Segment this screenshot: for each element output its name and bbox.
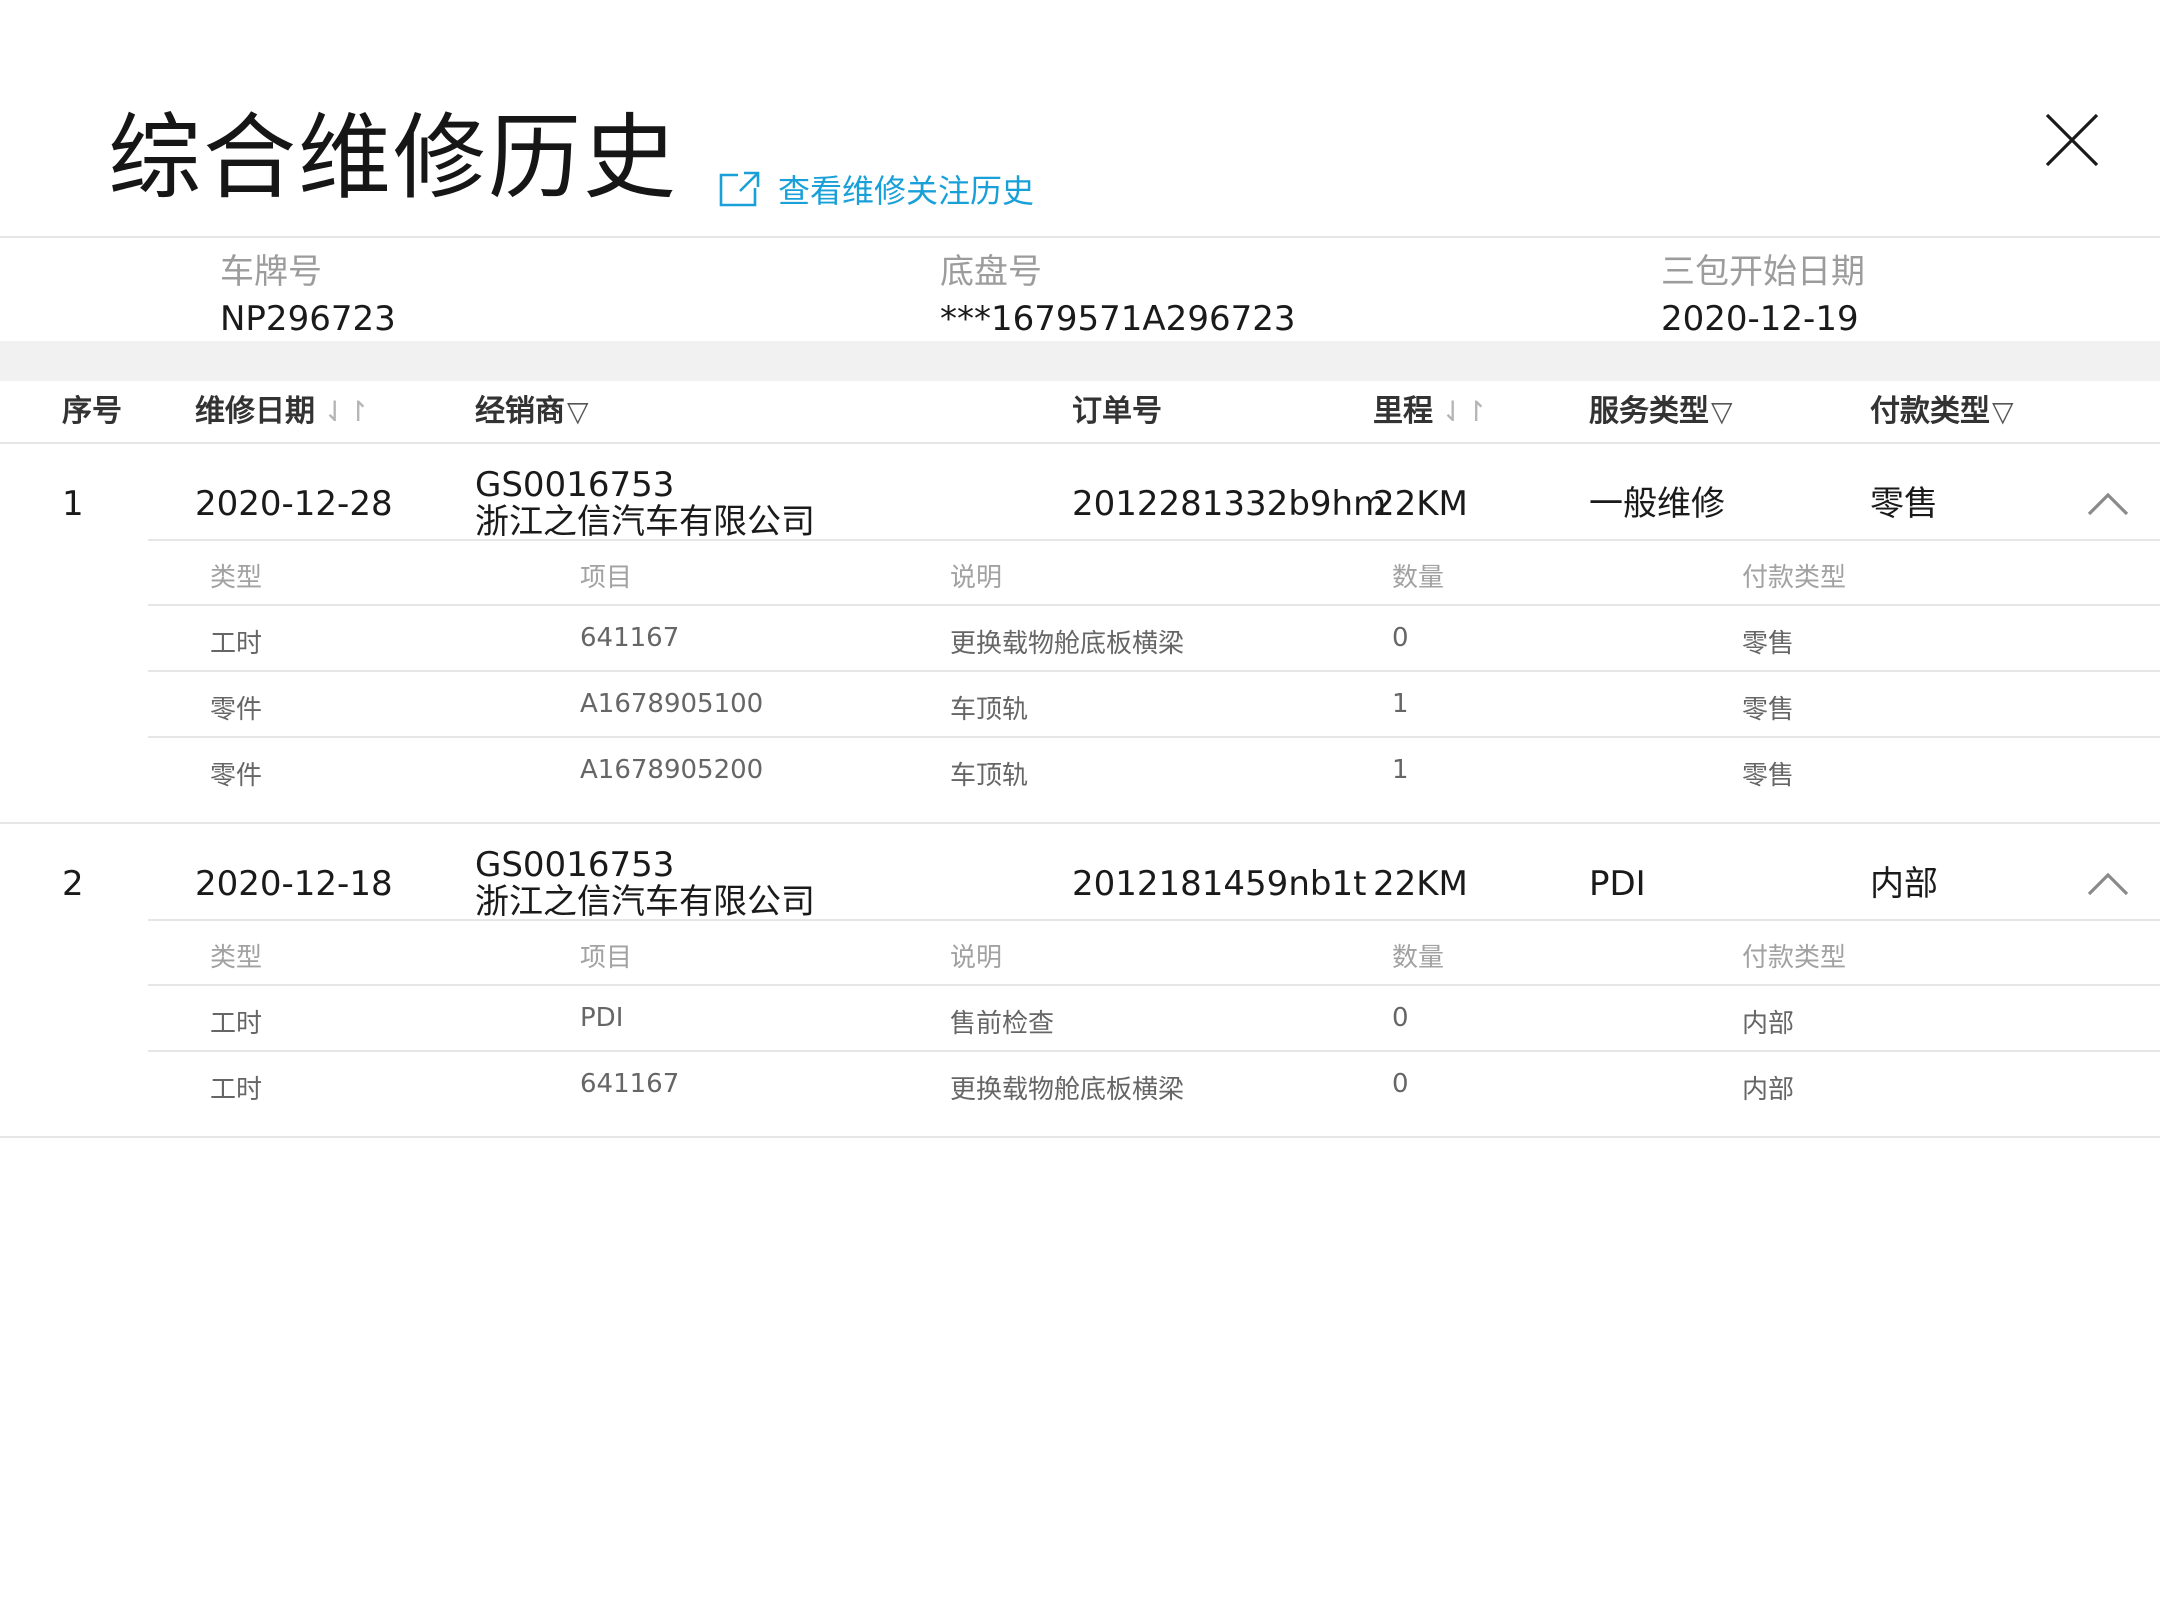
detail-item: A1678905200 [580, 755, 764, 785]
row-dealer-code: GS0016753 [475, 465, 675, 505]
detail-divider [148, 919, 2160, 921]
detail-header-type: 类型 [210, 943, 263, 973]
plate-value: NP296723 [220, 299, 396, 339]
column-header-dealer-label: 经销商 [475, 394, 565, 429]
detail-header-description: 说明 [950, 563, 1003, 593]
close-icon [2045, 113, 2099, 167]
detail-header-payment-type: 付款类型 [1742, 943, 1847, 973]
chevron-up-icon [2087, 872, 2129, 896]
detail-header-description: 说明 [950, 943, 1003, 973]
external-link-icon [719, 171, 760, 207]
detail-quantity: 0 [1392, 1003, 1409, 1033]
detail-divider [148, 670, 2160, 672]
column-header-date-label: 维修日期 [195, 394, 315, 429]
row-dealer-name: 浙江之信汽车有限公司 [475, 882, 815, 922]
detail-header-quantity: 数量 [1392, 943, 1445, 973]
detail-payment-type: 零售 [1742, 629, 1795, 659]
detail-divider [148, 984, 2160, 986]
column-header-mileage-label: 里程 [1373, 394, 1433, 429]
row-date: 2020-12-28 [195, 484, 393, 524]
section-separator [0, 341, 2160, 381]
detail-quantity: 0 [1392, 1069, 1409, 1099]
detail-header-quantity: 数量 [1392, 563, 1445, 593]
detail-quantity: 1 [1392, 755, 1409, 785]
row-dealer-name: 浙江之信汽车有限公司 [475, 502, 815, 542]
close-button[interactable] [2044, 112, 2100, 168]
detail-description: 更换载物舱底板横梁 [950, 1075, 1185, 1105]
view-attention-history-link[interactable]: 查看维修关注历史 [718, 165, 1034, 213]
collapse-button[interactable] [2086, 869, 2130, 897]
row-order-number: 2012181459nb1t [1072, 864, 1367, 904]
column-header-order-label: 订单号 [1072, 394, 1162, 429]
plate-label: 车牌号 [220, 252, 322, 292]
detail-type: 零件 [210, 761, 263, 791]
detail-item: 641167 [580, 1069, 680, 1099]
row-order-number: 2012281332b9hm [1072, 484, 1387, 524]
chassis-label: 底盘号 [940, 252, 1042, 292]
header-divider [0, 236, 2160, 238]
row-mileage: 22KM [1373, 484, 1468, 524]
column-header-service-type[interactable]: 服务类型 ▽ [1589, 388, 1733, 436]
detail-description: 车顶轨 [950, 695, 1029, 725]
detail-divider [148, 604, 2160, 606]
filter-icon[interactable]: ▽ [1711, 388, 1733, 436]
row-dealer-code: GS0016753 [475, 845, 675, 885]
column-header-payment-type[interactable]: 付款类型 ▽ [1870, 388, 2014, 436]
detail-payment-type: 内部 [1742, 1009, 1795, 1039]
row-index: 2 [62, 864, 84, 904]
detail-description: 售前检查 [950, 1009, 1055, 1039]
row-service-type: PDI [1589, 864, 1646, 904]
page-title: 综合维修历史 [108, 104, 678, 212]
row-payment-type: 零售 [1870, 484, 1938, 524]
column-header-mileage[interactable]: 里程 ⇃↾ [1373, 388, 1488, 436]
detail-type: 工时 [210, 629, 263, 659]
detail-item: 641167 [580, 623, 680, 653]
row-service-type: 一般维修 [1589, 484, 1725, 524]
detail-type: 工时 [210, 1075, 263, 1105]
column-header-payment-type-label: 付款类型 [1870, 394, 1990, 429]
detail-header-type: 类型 [210, 563, 263, 593]
detail-type: 工时 [210, 1009, 263, 1039]
detail-quantity: 0 [1392, 623, 1409, 653]
chassis-value: ***1679571A296723 [940, 299, 1296, 339]
row-divider [0, 822, 2160, 824]
detail-header-item: 项目 [580, 943, 633, 973]
detail-divider [148, 736, 2160, 738]
row-index: 1 [62, 484, 84, 524]
row-date: 2020-12-18 [195, 864, 393, 904]
sort-icon[interactable]: ⇃↾ [323, 388, 370, 436]
detail-payment-type: 零售 [1742, 761, 1795, 791]
column-header-date[interactable]: 维修日期 ⇃↾ [195, 388, 370, 436]
row-divider [0, 1136, 2160, 1138]
table-header-divider [0, 442, 2160, 444]
detail-divider [148, 539, 2160, 541]
view-attention-history-label: 查看维修关注历史 [778, 172, 1035, 210]
row-payment-type: 内部 [1870, 864, 1938, 904]
chevron-up-icon [2087, 492, 2129, 516]
filter-icon[interactable]: ▽ [567, 388, 589, 436]
detail-header-payment-type: 付款类型 [1742, 563, 1847, 593]
column-header-index: 序号 [62, 388, 122, 436]
warranty-start-value: 2020-12-19 [1661, 299, 1859, 339]
detail-item: PDI [580, 1003, 624, 1033]
column-header-dealer[interactable]: 经销商 ▽ [475, 388, 589, 436]
detail-type: 零件 [210, 695, 263, 725]
detail-description: 更换载物舱底板横梁 [950, 629, 1185, 659]
sort-icon[interactable]: ⇃↾ [1441, 388, 1488, 436]
detail-payment-type: 零售 [1742, 695, 1795, 725]
column-header-service-type-label: 服务类型 [1589, 394, 1709, 429]
detail-divider [148, 1050, 2160, 1052]
filter-icon[interactable]: ▽ [1992, 388, 2014, 436]
detail-item: A1678905100 [580, 689, 764, 719]
detail-quantity: 1 [1392, 689, 1409, 719]
column-header-order: 订单号 [1072, 388, 1162, 436]
warranty-start-label: 三包开始日期 [1661, 252, 1865, 292]
column-header-index-label: 序号 [62, 394, 122, 429]
detail-payment-type: 内部 [1742, 1075, 1795, 1105]
collapse-button[interactable] [2086, 489, 2130, 517]
detail-header-item: 项目 [580, 563, 633, 593]
detail-description: 车顶轨 [950, 761, 1029, 791]
row-mileage: 22KM [1373, 864, 1468, 904]
